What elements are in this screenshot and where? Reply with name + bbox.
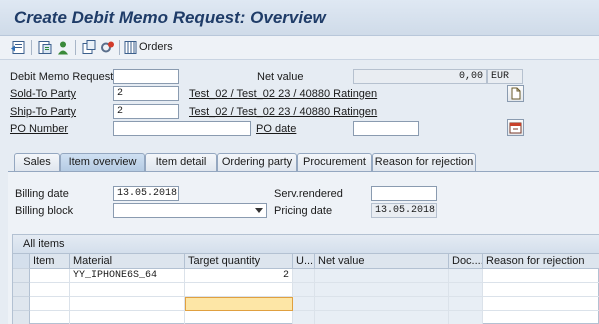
doc-cell bbox=[449, 269, 483, 283]
sold-to-field[interactable]: 2 bbox=[113, 86, 179, 101]
unit-cell bbox=[293, 269, 315, 283]
billing-block-label: Billing block bbox=[15, 205, 74, 217]
sold-to-description[interactable]: Test_02 / Test_02 23 / 40880 Ratingen bbox=[189, 88, 377, 100]
net-value-cell bbox=[315, 269, 449, 283]
unit-cell bbox=[293, 297, 315, 311]
pricing-date-field: 13.05.2018 bbox=[371, 203, 437, 218]
configuration-icon[interactable] bbox=[99, 39, 115, 56]
tab-label: Procurement bbox=[303, 156, 366, 168]
title-bar: Create Debit Memo Request: Overview bbox=[0, 0, 599, 36]
tab-label: Item overview bbox=[68, 156, 137, 168]
sold-to-label: Sold-To Party bbox=[10, 88, 77, 100]
po-number-field[interactable] bbox=[113, 121, 251, 136]
net-value-field: 0,00 bbox=[353, 69, 487, 84]
column-header-target-quantity[interactable]: Target quantity bbox=[185, 254, 293, 269]
tab-label: Ordering party bbox=[221, 156, 293, 168]
calendar-icon[interactable] bbox=[507, 119, 524, 136]
column-header-unit[interactable]: U... bbox=[293, 254, 315, 269]
row-selector[interactable] bbox=[13, 269, 30, 283]
item-cell[interactable] bbox=[30, 311, 70, 324]
row-selector[interactable] bbox=[13, 311, 30, 324]
column-header-doc[interactable]: Doc.... bbox=[449, 254, 483, 269]
column-header-net-value[interactable]: Net value bbox=[315, 254, 449, 269]
table-title: All items bbox=[13, 235, 599, 254]
net-value-cell bbox=[315, 283, 449, 297]
net-value-cell bbox=[315, 297, 449, 311]
po-date-label: PO date bbox=[256, 123, 297, 135]
header-details-icon[interactable] bbox=[37, 39, 53, 56]
tab-item-overview[interactable]: Item overview bbox=[60, 153, 145, 171]
row-selector[interactable] bbox=[13, 283, 30, 297]
items-table: All items Item Material Target quantity … bbox=[12, 234, 599, 324]
doc-cell bbox=[449, 283, 483, 297]
tab-label: Reason for rejection bbox=[374, 156, 474, 168]
unit-cell bbox=[293, 283, 315, 297]
column-header-reason-for-rejection[interactable]: Reason for rejection bbox=[483, 254, 599, 269]
item-cell[interactable] bbox=[30, 283, 70, 297]
display-header-icon[interactable] bbox=[10, 39, 26, 56]
reason-cell[interactable] bbox=[483, 269, 599, 283]
serv-rendered-label: Serv.rendered bbox=[274, 188, 343, 200]
page-title: Create Debit Memo Request: Overview bbox=[14, 8, 326, 27]
material-cell[interactable]: YY_IPHONE6S_64 bbox=[70, 269, 185, 283]
po-date-field[interactable] bbox=[353, 121, 419, 136]
target-quantity-cell[interactable] bbox=[185, 283, 293, 297]
reason-cell[interactable] bbox=[483, 283, 599, 297]
billing-block-select[interactable] bbox=[113, 203, 267, 218]
tab-label: Item detail bbox=[155, 156, 207, 168]
toolbar-separator bbox=[31, 40, 32, 55]
tab-ordering-party[interactable]: Ordering party bbox=[217, 153, 297, 171]
net-value-cell bbox=[315, 311, 449, 324]
material-cell[interactable] bbox=[70, 283, 185, 297]
pricing-date-label: Pricing date bbox=[274, 205, 333, 217]
tab-procurement[interactable]: Procurement bbox=[297, 153, 372, 171]
orders-button-label[interactable]: Orders bbox=[139, 41, 173, 53]
billing-date-field[interactable]: 13.05.2018 bbox=[113, 186, 179, 201]
document-icon[interactable] bbox=[507, 85, 524, 102]
material-cell[interactable] bbox=[70, 297, 185, 311]
toolbar-separator bbox=[119, 40, 120, 55]
chevron-down-icon[interactable] bbox=[255, 208, 263, 213]
tab-sales[interactable]: Sales bbox=[14, 153, 60, 171]
tab-label: Sales bbox=[23, 156, 51, 168]
serv-rendered-field[interactable] bbox=[371, 186, 437, 201]
ship-to-field[interactable]: 2 bbox=[113, 104, 179, 119]
target-quantity-cell[interactable]: 2 bbox=[185, 269, 293, 283]
target-quantity-cell-focused[interactable] bbox=[185, 297, 293, 311]
unit-cell bbox=[293, 311, 315, 324]
ship-to-description[interactable]: Test_02 / Test_02 23 / 40880 Ratingen bbox=[189, 106, 377, 118]
tab-item-detail[interactable]: Item detail bbox=[145, 153, 217, 171]
reason-cell[interactable] bbox=[483, 297, 599, 311]
debit-memo-field[interactable] bbox=[113, 69, 179, 84]
billing-date-label: Billing date bbox=[15, 188, 69, 200]
tab-reason-for-rejection[interactable]: Reason for rejection bbox=[372, 153, 476, 171]
target-quantity-cell[interactable] bbox=[185, 311, 293, 324]
net-value-label: Net value bbox=[257, 71, 304, 83]
application-toolbar: Orders bbox=[0, 36, 599, 60]
doc-cell bbox=[449, 311, 483, 324]
toolbar-separator bbox=[75, 40, 76, 55]
item-cell[interactable] bbox=[30, 297, 70, 311]
orders-icon[interactable] bbox=[124, 39, 137, 56]
partner-icon[interactable] bbox=[55, 39, 71, 56]
po-number-label: PO Number bbox=[10, 123, 69, 135]
reason-cell[interactable] bbox=[483, 311, 599, 324]
ship-to-label: Ship-To Party bbox=[10, 106, 77, 118]
debit-memo-label: Debit Memo Request bbox=[10, 71, 114, 83]
material-cell[interactable] bbox=[70, 311, 185, 324]
select-all-cell[interactable] bbox=[13, 254, 30, 269]
item-cell[interactable] bbox=[30, 269, 70, 283]
column-header-material[interactable]: Material bbox=[70, 254, 185, 269]
column-header-item[interactable]: Item bbox=[30, 254, 70, 269]
doc-cell bbox=[449, 297, 483, 311]
row-selector[interactable] bbox=[13, 297, 30, 311]
copy-document-icon[interactable] bbox=[81, 39, 97, 56]
currency-field: EUR bbox=[487, 69, 523, 84]
